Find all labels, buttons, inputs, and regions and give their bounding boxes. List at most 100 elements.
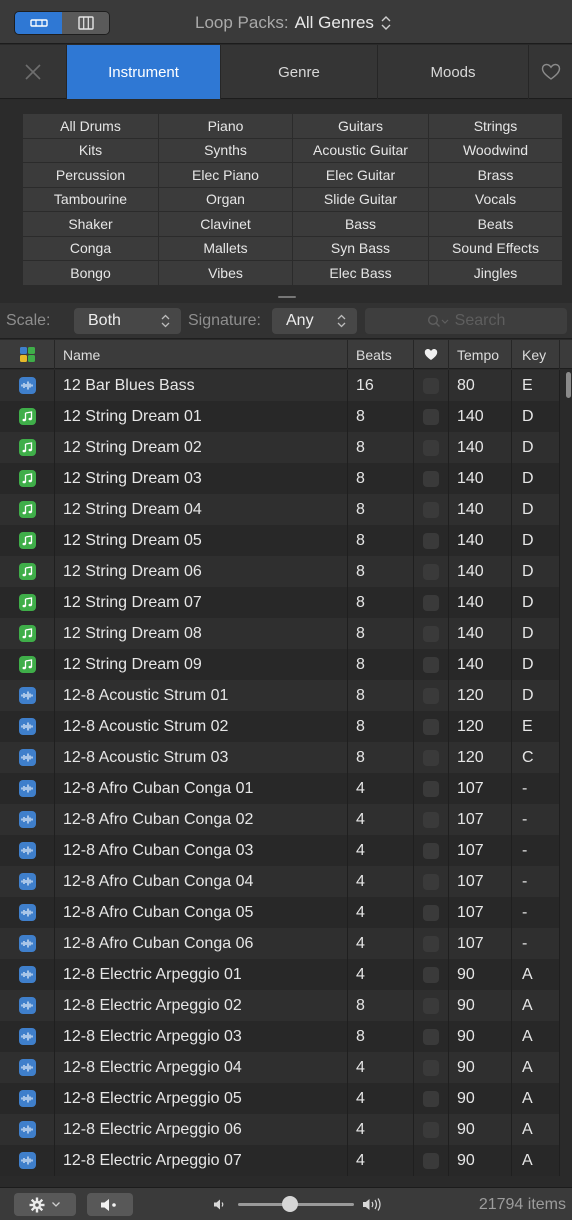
favorite-checkbox[interactable]: [423, 1059, 439, 1076]
keyword-button[interactable]: Slide Guitar: [293, 187, 429, 212]
favorites-tab[interactable]: [529, 45, 572, 99]
keyword-button[interactable]: Vocals: [429, 187, 563, 212]
search-input[interactable]: Search: [365, 308, 567, 334]
keyword-button[interactable]: Conga: [23, 236, 159, 261]
keyword-button[interactable]: Jingles: [429, 261, 563, 286]
table-row[interactable]: 12-8 Afro Cuban Conga 05 4 107-: [0, 897, 572, 928]
favorite-checkbox[interactable]: [423, 656, 439, 673]
keyword-button[interactable]: Guitars: [293, 114, 429, 139]
column-header-name[interactable]: Name: [55, 340, 348, 369]
table-row[interactable]: 12 String Dream 08 8 140 D: [0, 618, 572, 649]
keyword-button[interactable]: Organ: [159, 187, 293, 212]
favorite-checkbox[interactable]: [423, 563, 439, 580]
favorite-checkbox[interactable]: [423, 873, 439, 890]
table-row[interactable]: 12 Bar Blues Bass 16 80 E: [0, 370, 572, 401]
keyword-button[interactable]: Clavinet: [159, 212, 293, 237]
table-row[interactable]: 12-8 Electric Arpeggio 02 8 90 A: [0, 990, 572, 1021]
keyword-button[interactable]: Bass: [293, 212, 429, 237]
favorite-checkbox[interactable]: [423, 935, 439, 952]
table-row[interactable]: 12-8 Acoustic Strum 01 8 120 D: [0, 680, 572, 711]
keyword-button[interactable]: Strings: [429, 114, 563, 139]
signature-select[interactable]: Any: [272, 308, 357, 334]
table-row[interactable]: 12 String Dream 03 8 140 D: [0, 463, 572, 494]
favorite-checkbox[interactable]: [423, 1121, 439, 1138]
table-row[interactable]: 12-8 Afro Cuban Conga 01 4 107-: [0, 773, 572, 804]
scrollbar-thumb[interactable]: [566, 372, 571, 398]
favorite-checkbox[interactable]: [423, 811, 439, 828]
table-row[interactable]: 12-8 Afro Cuban Conga 06 4 107-: [0, 928, 572, 959]
tab-moods[interactable]: Moods: [378, 45, 529, 99]
table-row[interactable]: 12-8 Acoustic Strum 02 8 120 E: [0, 711, 572, 742]
table-row[interactable]: 12-8 Electric Arpeggio 03 8 90 A: [0, 1021, 572, 1052]
keyword-button[interactable]: Tambourine: [23, 187, 159, 212]
table-row[interactable]: 12 String Dream 01 8 140 D: [0, 401, 572, 432]
preview-speaker-button[interactable]: [87, 1193, 133, 1216]
keyword-button[interactable]: Shaker: [23, 212, 159, 237]
panel-splitter[interactable]: [0, 295, 572, 303]
keyword-button[interactable]: Syn Bass: [293, 236, 429, 261]
table-row[interactable]: 12-8 Afro Cuban Conga 02 4 107-: [0, 804, 572, 835]
table-row[interactable]: 12 String Dream 05 8 140 D: [0, 525, 572, 556]
table-row[interactable]: 12-8 Afro Cuban Conga 03 4 107-: [0, 835, 572, 866]
table-row[interactable]: 12-8 Afro Cuban Conga 04 4 107-: [0, 866, 572, 897]
keyword-button[interactable]: Bongo: [23, 261, 159, 286]
table-row[interactable]: 12 String Dream 04 8 140 D: [0, 494, 572, 525]
keyword-button[interactable]: Elec Piano: [159, 163, 293, 188]
table-row[interactable]: 12 String Dream 06 8 140 D: [0, 556, 572, 587]
loop-packs-selector[interactable]: Loop Packs: All Genres: [195, 12, 392, 34]
table-row[interactable]: 12 String Dream 07 8 140 D: [0, 587, 572, 618]
table-row[interactable]: 12 String Dream 09 8 140 D: [0, 649, 572, 680]
keyword-button[interactable]: Elec Guitar: [293, 163, 429, 188]
keyword-button[interactable]: Kits: [23, 138, 159, 163]
favorite-checkbox[interactable]: [423, 594, 439, 611]
favorite-checkbox[interactable]: [423, 687, 439, 704]
keyword-button[interactable]: Vibes: [159, 261, 293, 286]
scale-select[interactable]: Both: [74, 308, 181, 334]
column-header-beats[interactable]: Beats: [348, 340, 414, 369]
column-header-favorite[interactable]: [414, 340, 449, 369]
table-row[interactable]: 12-8 Electric Arpeggio 05 4 90 A: [0, 1083, 572, 1114]
favorite-checkbox[interactable]: [423, 532, 439, 549]
table-row[interactable]: 12-8 Electric Arpeggio 04 4 90 A: [0, 1052, 572, 1083]
keyword-button[interactable]: Percussion: [23, 163, 159, 188]
keyword-button[interactable]: Piano: [159, 114, 293, 139]
table-row[interactable]: 12-8 Acoustic Strum 03 8 120 C: [0, 742, 572, 773]
favorite-checkbox[interactable]: [423, 377, 439, 394]
favorite-checkbox[interactable]: [423, 1090, 439, 1107]
keyword-button[interactable]: Sound Effects: [429, 236, 563, 261]
keyword-button[interactable]: Synths: [159, 138, 293, 163]
tab-instrument[interactable]: Instrument: [67, 45, 221, 99]
action-menu-button[interactable]: [14, 1193, 76, 1216]
column-header-tempo[interactable]: Tempo: [449, 340, 512, 369]
reset-button[interactable]: [0, 45, 67, 99]
favorite-checkbox[interactable]: [423, 408, 439, 425]
column-view-button[interactable]: [62, 12, 109, 34]
favorite-checkbox[interactable]: [423, 501, 439, 518]
splitter-grip[interactable]: [278, 296, 296, 298]
favorite-checkbox[interactable]: [423, 718, 439, 735]
table-row[interactable]: 12 String Dream 02 8 140 D: [0, 432, 572, 463]
table-row[interactable]: 12-8 Electric Arpeggio 06 4 90 A: [0, 1114, 572, 1145]
tab-genre[interactable]: Genre: [221, 45, 378, 99]
keyword-button[interactable]: Acoustic Guitar: [293, 138, 429, 163]
favorite-checkbox[interactable]: [423, 904, 439, 921]
keyword-button[interactable]: Beats: [429, 212, 563, 237]
favorite-checkbox[interactable]: [423, 470, 439, 487]
favorite-checkbox[interactable]: [423, 997, 439, 1014]
favorite-checkbox[interactable]: [423, 439, 439, 456]
column-header-key[interactable]: Key: [512, 340, 560, 369]
favorite-checkbox[interactable]: [423, 1028, 439, 1045]
favorite-checkbox[interactable]: [423, 749, 439, 766]
keyword-button[interactable]: Brass: [429, 163, 563, 188]
favorite-checkbox[interactable]: [423, 966, 439, 983]
favorite-checkbox[interactable]: [423, 625, 439, 642]
button-view-button[interactable]: [15, 12, 62, 34]
keyword-button[interactable]: Mallets: [159, 236, 293, 261]
keyword-button[interactable]: Woodwind: [429, 138, 563, 163]
volume-slider-knob[interactable]: [282, 1196, 299, 1212]
column-header-type[interactable]: [0, 340, 55, 369]
table-row[interactable]: 12-8 Electric Arpeggio 07 4 90 A: [0, 1145, 572, 1176]
favorite-checkbox[interactable]: [423, 780, 439, 797]
favorite-checkbox[interactable]: [423, 842, 439, 859]
favorite-checkbox[interactable]: [423, 1152, 439, 1169]
